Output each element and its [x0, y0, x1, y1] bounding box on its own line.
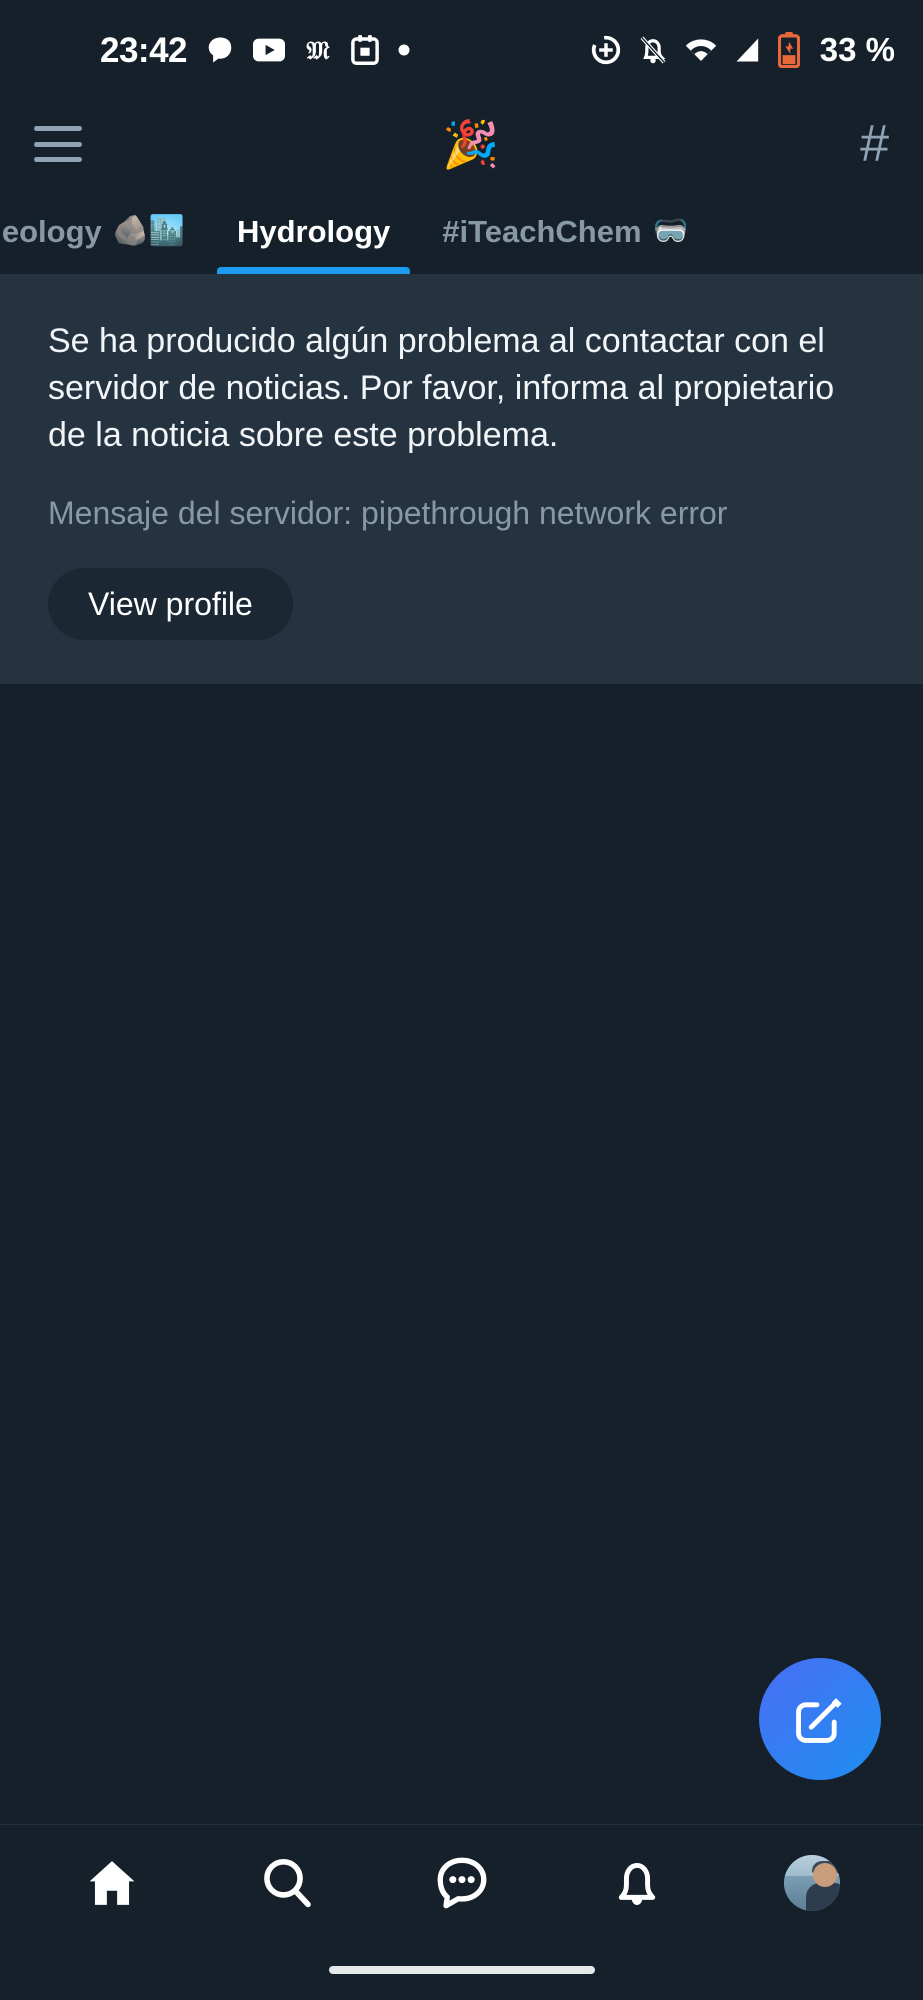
- svg-text:𝔐: 𝔐: [307, 36, 331, 65]
- app-header: 🎉 #: [0, 100, 923, 188]
- tab-emoji: 🥽: [652, 214, 689, 247]
- chat-bubble-icon: [208, 37, 232, 63]
- home-indicator[interactable]: [328, 1966, 595, 1974]
- wifi-icon: [685, 39, 716, 61]
- nav-messages[interactable]: [414, 1835, 510, 1931]
- tab-hydrology[interactable]: Hydrology: [211, 188, 416, 274]
- error-message: Se ha producido algún problema al contac…: [48, 322, 835, 454]
- chat-bubble-dots-icon: [437, 1857, 486, 1908]
- home-indicator-bar: [0, 1940, 923, 2000]
- cellular-signal-icon: [736, 38, 758, 62]
- avatar: [783, 1854, 840, 1911]
- compose-edit-icon: [796, 1698, 842, 1743]
- feed-content-area: [0, 684, 923, 1824]
- hamburger-line: [34, 141, 82, 147]
- tab-label: #iTeachChem: [442, 213, 642, 249]
- calendar-icon: [351, 35, 379, 65]
- view-profile-button[interactable]: View profile: [48, 568, 293, 641]
- phone-screen: 23:42 𝔐 33 % 🎉 # eology 🪨🏙️ Hydrology #i…: [0, 0, 923, 2000]
- tab-urban-geology[interactable]: ban Geology 🪨🏙️: [0, 188, 211, 274]
- home-icon: [89, 1860, 134, 1905]
- notifications-off-icon: [640, 36, 666, 64]
- tab-label: ban Geology: [0, 213, 102, 249]
- status-time: 23:42: [100, 30, 188, 70]
- youtube-icon: [253, 38, 286, 62]
- hamburger-line: [34, 126, 82, 131]
- nav-notifications[interactable]: [589, 1835, 685, 1931]
- tab-bar[interactable]: ban Geology 🪨🏙️ Hydrology #iTeachChem 🥽: [0, 188, 923, 274]
- error-card: Se ha producido algún problema al contac…: [0, 274, 923, 685]
- battery-low-icon: [777, 32, 800, 68]
- compose-fab[interactable]: [759, 1658, 881, 1780]
- status-bar: 23:42 𝔐 33 %: [0, 0, 923, 100]
- error-server-message: Mensaje del servidor: pipethrough networ…: [48, 494, 728, 531]
- nav-search[interactable]: [239, 1835, 335, 1931]
- tab-emoji: 🪨🏙️: [112, 214, 185, 247]
- bell-icon: [618, 1862, 655, 1905]
- location-add-icon: [591, 35, 620, 65]
- tab-iteachchem[interactable]: #iTeachChem 🥽: [416, 188, 714, 274]
- hamburger-line: [34, 157, 82, 162]
- search-icon: [263, 1858, 311, 1907]
- hamburger-menu-icon[interactable]: [34, 126, 82, 162]
- nav-profile[interactable]: [764, 1835, 860, 1931]
- hashtag-icon[interactable]: #: [860, 118, 889, 170]
- nav-home[interactable]: [64, 1835, 160, 1931]
- avatar-head: [812, 1863, 837, 1888]
- bottom-navigation: [0, 1824, 923, 1940]
- gothic-m-icon: 𝔐: [307, 36, 331, 65]
- battery-percent-label: 33 %: [819, 31, 895, 68]
- status-bar-right: 33 %: [590, 31, 895, 69]
- party-popper-logo: 🎉: [442, 118, 500, 170]
- tab-label: Hydrology: [236, 213, 391, 249]
- dot-icon: [398, 44, 410, 56]
- status-bar-left: 23:42 𝔐: [100, 33, 411, 68]
